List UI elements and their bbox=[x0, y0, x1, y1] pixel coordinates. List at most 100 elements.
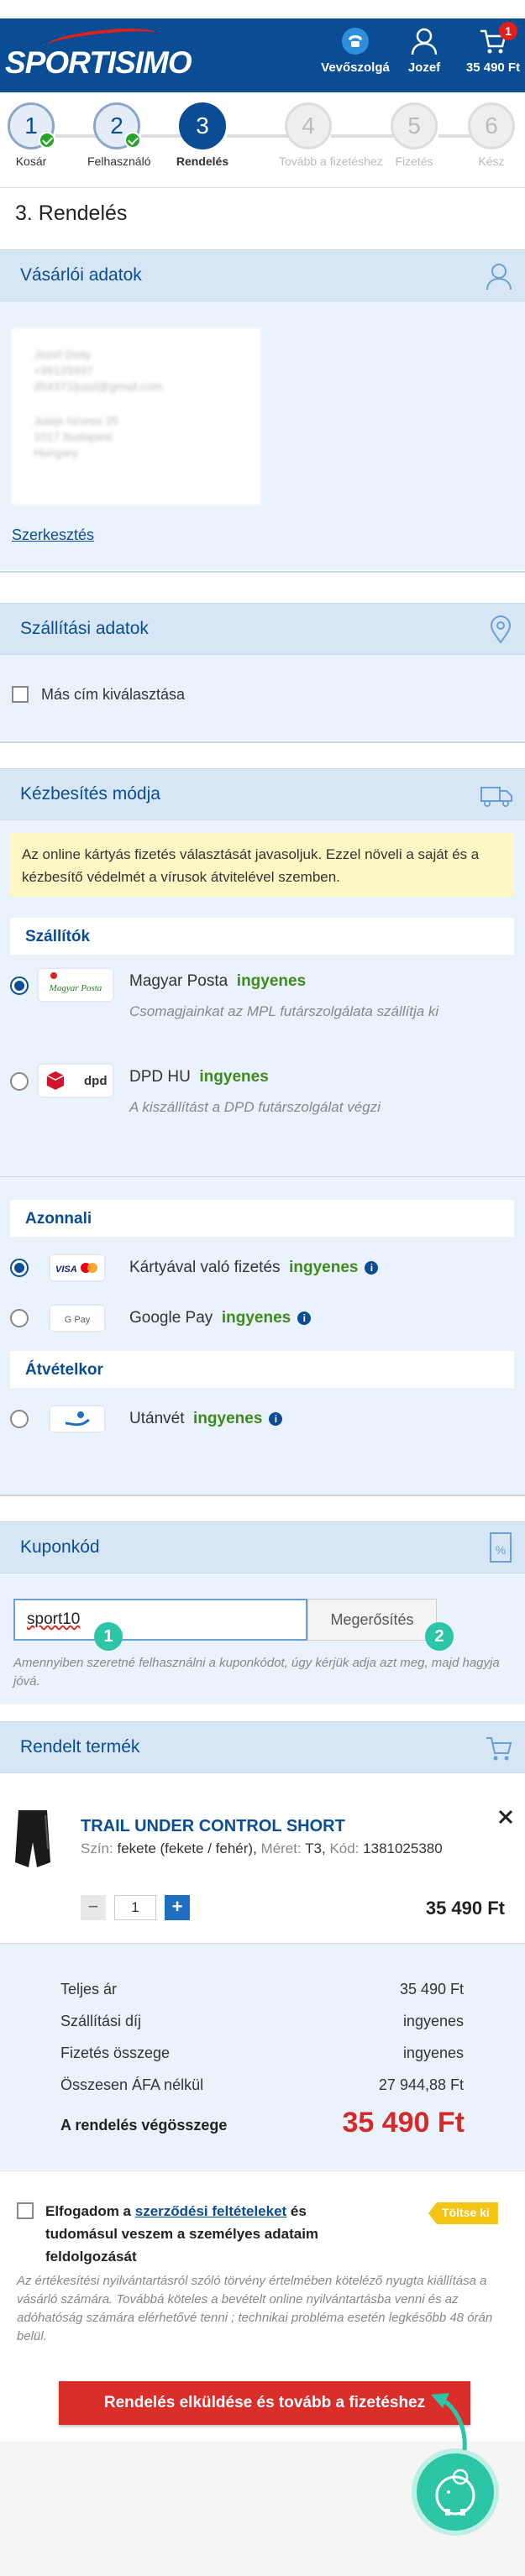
customer-phone: +36125937 bbox=[34, 364, 93, 377]
step-number: 4 bbox=[302, 113, 315, 139]
radio-button[interactable] bbox=[10, 976, 29, 995]
coupon-input[interactable]: sport10 bbox=[13, 1599, 307, 1641]
carriers-subheader: Szállítók bbox=[10, 918, 514, 955]
radio-button[interactable] bbox=[10, 1309, 29, 1327]
location-pin-icon bbox=[490, 615, 512, 644]
savings-piggy-button[interactable] bbox=[412, 2448, 499, 2536]
summary-value: 35 490 Ft bbox=[399, 1981, 464, 1997]
payment-option-google-pay[interactable]: G Pay Google Pay ingyenes i bbox=[0, 1299, 525, 1338]
section-title: Kézbesítés módja bbox=[20, 784, 160, 804]
dpd-logo: dpd bbox=[39, 1065, 113, 1097]
other-address-checkbox[interactable]: Más cím kiválasztása bbox=[12, 685, 185, 704]
size-label: Méret: bbox=[260, 1840, 302, 1856]
increase-qty-button[interactable]: + bbox=[165, 1895, 190, 1920]
step-number: 3 bbox=[196, 113, 209, 139]
carrier-desc: A kiszállítást a DPD futárszolgálat végz… bbox=[129, 1099, 381, 1115]
terms-text: Elfogadom a bbox=[45, 2203, 135, 2219]
product-attributes: Szín: fekete (fekete / fehér), Méret: T3… bbox=[81, 1840, 443, 1857]
free-label: ingyenes bbox=[221, 1309, 291, 1327]
logo[interactable]: SPORTISIMO bbox=[5, 45, 192, 81]
radio-button[interactable] bbox=[10, 1410, 29, 1428]
user-menu[interactable]: Jozef bbox=[402, 27, 447, 75]
radio-button[interactable] bbox=[10, 1072, 29, 1091]
step-label: Kosár bbox=[15, 154, 47, 168]
cart-total: 35 490 Ft bbox=[465, 60, 521, 75]
carrier-name: DPD HU ingyenes bbox=[129, 1068, 269, 1086]
product-row: TRAIL UNDER CONTROL SHORT Szín: fekete (… bbox=[0, 1773, 525, 1941]
coupon-value: sport10 bbox=[27, 1610, 81, 1628]
delivery-section-header: Kézbesítés módja bbox=[0, 768, 525, 820]
payment-name: Kártyával való fizetés ingyenes i bbox=[129, 1259, 379, 1277]
customer-street: Juiejs hirvres 25 bbox=[34, 414, 119, 427]
terms-link[interactable]: szerződési feltételeket bbox=[135, 2203, 286, 2219]
code-value: 1381025380 bbox=[363, 1840, 443, 1856]
phone-icon bbox=[342, 28, 369, 55]
decrease-qty-button[interactable]: − bbox=[81, 1895, 106, 1920]
google-pay-logo: G Pay bbox=[50, 1306, 104, 1331]
qty-input[interactable]: 1 bbox=[114, 1895, 156, 1920]
cart-badge: 1 bbox=[499, 22, 517, 40]
summary-value: ingyenes bbox=[402, 2013, 464, 2029]
step-order: 3 Rendelés bbox=[173, 102, 232, 168]
coupon-section: sport10 Megerősítés 1 2 Amennyiben szere… bbox=[0, 1573, 525, 1704]
truck-icon bbox=[480, 787, 512, 807]
coupon-hint: Amennyiben szeretné felhasználni a kupon… bbox=[13, 1656, 500, 1689]
summary-row: Szállítási díj ingyenes bbox=[60, 2013, 464, 2030]
summary-label: Szállítási díj bbox=[60, 2013, 142, 2029]
visa-mastercard-logo: VISA bbox=[50, 1255, 104, 1280]
carrier-option-magyar-posta[interactable]: Magyar Posta Magyar Posta ingyenes Csoma… bbox=[0, 965, 525, 1040]
product-name[interactable]: TRAIL UNDER CONTROL SHORT bbox=[81, 1817, 345, 1836]
remove-item-icon[interactable] bbox=[497, 1809, 514, 1825]
fill-required-badge: Töltse ki bbox=[428, 2202, 498, 2224]
user-icon bbox=[411, 28, 438, 55]
step-number: 6 bbox=[485, 113, 498, 139]
shipping-section: Más cím kiválasztása bbox=[0, 655, 525, 741]
terms-checkbox[interactable] bbox=[17, 2202, 34, 2219]
payment-name-text: Kártyával való fizetés bbox=[129, 1259, 281, 1276]
svg-text:%: % bbox=[496, 1543, 506, 1557]
free-label: ingyenes bbox=[199, 1068, 269, 1086]
logo-text: Magyar Posta bbox=[49, 983, 102, 993]
confirm-coupon-button[interactable]: Megerősítés bbox=[307, 1599, 437, 1641]
step-done: 6 Kész bbox=[462, 102, 521, 168]
info-icon[interactable]: i bbox=[365, 1260, 379, 1275]
carrier-name: Magyar Posta ingyenes bbox=[129, 972, 306, 991]
customer-address-card: Jozef Dsiiy +36125937 d54371ljusd@gmail.… bbox=[12, 328, 260, 505]
step-number: 2 bbox=[110, 113, 123, 139]
payment-name-text: Utánvét bbox=[129, 1410, 185, 1427]
step-cart[interactable]: 1 Kosár bbox=[2, 102, 60, 168]
total-value: 35 490 Ft bbox=[342, 2107, 465, 2139]
step-label: Rendelés bbox=[176, 154, 229, 168]
customer-name: Jozef Dsiiy bbox=[34, 348, 91, 361]
section-title: Kuponkód bbox=[20, 1537, 100, 1557]
carrier-option-dpd[interactable]: dpd DPD HU ingyenes A kiszállítást a DPD… bbox=[0, 1060, 525, 1136]
marker-2: 2 bbox=[425, 1622, 454, 1651]
edit-link[interactable]: Szerkesztés bbox=[12, 526, 94, 544]
submit-order-button[interactable]: Rendelés elküldése és tovább a fizetéshe… bbox=[59, 2381, 470, 2425]
page-title: 3. Rendelés bbox=[15, 202, 128, 225]
total-label: A rendelés végösszege bbox=[60, 2117, 228, 2134]
cart-button[interactable]: 1 35 490 Ft bbox=[464, 22, 522, 75]
free-label: ingyenes bbox=[289, 1259, 359, 1276]
immediate-subheader: Azonnali bbox=[10, 1200, 514, 1237]
checkbox[interactable] bbox=[12, 686, 29, 704]
section-title: Szállítási adatok bbox=[20, 619, 149, 638]
step-label: Kész bbox=[478, 154, 505, 168]
info-icon[interactable]: i bbox=[269, 1411, 283, 1426]
customer-service-link[interactable]: Vevőszolgá bbox=[318, 27, 393, 75]
step-user[interactable]: 2 Felhasználó bbox=[87, 102, 151, 168]
info-icon[interactable]: i bbox=[297, 1311, 312, 1325]
radio-button[interactable] bbox=[10, 1259, 29, 1277]
logo-text: VISA bbox=[55, 1264, 77, 1275]
checkout-steps: 1 Kosár 2 Felhasználó 3 Rendelés 4 Továb… bbox=[0, 92, 525, 188]
user-icon bbox=[486, 264, 512, 291]
coupon-section-header: Kuponkód % bbox=[0, 1521, 525, 1573]
ordered-section-header: Rendelt termék bbox=[0, 1721, 525, 1773]
notice-box: Az online kártyás fizetés választását ja… bbox=[10, 833, 514, 897]
customer-section: Jozef Dsiiy +36125937 d54371ljusd@gmail.… bbox=[0, 301, 525, 570]
payment-option-card[interactable]: VISA Kártyával való fizetés ingyenes i bbox=[0, 1249, 525, 1287]
product-image bbox=[15, 1810, 50, 1867]
check-icon bbox=[124, 132, 141, 149]
payment-option-cod[interactable]: Utánvét ingyenes i bbox=[0, 1400, 525, 1438]
step-label: Tovább a fizetéshez bbox=[279, 154, 383, 168]
